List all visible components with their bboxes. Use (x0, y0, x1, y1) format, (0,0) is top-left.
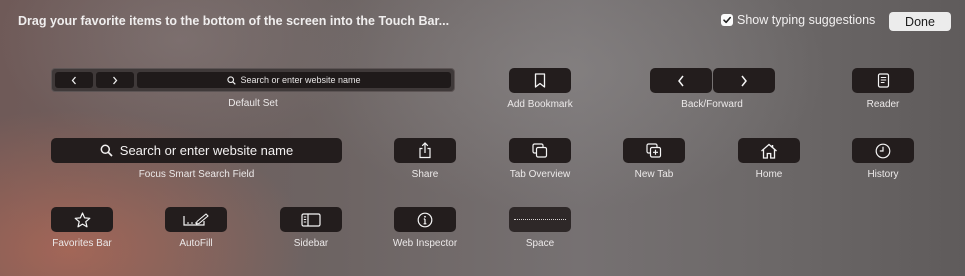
chevron-right-icon (113, 76, 118, 84)
touch-bar-instruction: Drag your favorite items to the bottom o… (18, 14, 450, 28)
reader-button[interactable] (852, 68, 914, 93)
checkbox-checked-icon[interactable] (721, 14, 733, 26)
sidebar-item[interactable]: Sidebar (280, 207, 342, 249)
show-typing-suggestions-checkbox[interactable]: Show typing suggestions (721, 13, 875, 27)
share-button[interactable] (394, 138, 456, 163)
share-label: Share (411, 169, 439, 180)
history-button[interactable] (852, 138, 914, 163)
back-button[interactable] (649, 68, 712, 93)
home-item[interactable]: Home (738, 138, 800, 180)
space-icon (514, 219, 566, 220)
back-forward-label: Back/Forward (681, 99, 743, 110)
autofill-item[interactable]: AutoFill (165, 207, 227, 249)
default-set-back-button (55, 72, 93, 88)
search-icon (100, 144, 113, 157)
share-icon (419, 142, 431, 159)
web-inspector-label: Web Inspector (392, 238, 458, 249)
new-tab-button[interactable] (623, 138, 685, 163)
space-label: Space (525, 238, 555, 249)
favorites-bar-button[interactable] (51, 207, 113, 232)
default-set-label: Default Set (228, 98, 278, 109)
back-forward-item[interactable]: Back/Forward (649, 68, 775, 110)
show-typing-suggestions-label: Show typing suggestions (737, 13, 876, 27)
home-icon (761, 143, 777, 159)
default-set-item[interactable]: Search or enter website name Default Set (51, 68, 455, 109)
history-label: History (867, 169, 899, 180)
reader-item[interactable]: Reader (852, 68, 914, 110)
star-icon (74, 211, 90, 227)
autofill-button[interactable] (165, 207, 227, 232)
web-inspector-button[interactable] (394, 207, 456, 232)
favorites-bar-item[interactable]: Favorites Bar (51, 207, 113, 249)
tab-overview-button[interactable] (509, 138, 571, 163)
bookmark-icon (534, 73, 546, 88)
home-button[interactable] (738, 138, 800, 163)
tab-overview-icon (532, 143, 548, 158)
web-inspector-item[interactable]: Web Inspector (392, 207, 458, 249)
new-tab-icon (646, 143, 662, 158)
chevron-left-icon (677, 75, 684, 86)
forward-button[interactable] (712, 68, 775, 93)
done-button[interactable]: Done (889, 12, 951, 31)
sidebar-button[interactable] (280, 207, 342, 232)
focus-search-label: Focus Smart Search Field (138, 169, 255, 180)
back-forward-segmented-control[interactable] (649, 68, 775, 93)
new-tab-item[interactable]: New Tab (623, 138, 685, 180)
focus-search-placeholder: Search or enter website name (119, 143, 294, 158)
default-set-forward-button (96, 72, 134, 88)
space-item[interactable]: Space (509, 207, 571, 249)
chevron-right-icon (740, 75, 747, 86)
chevron-left-icon (71, 76, 76, 84)
home-label: Home (755, 169, 783, 180)
new-tab-label: New Tab (634, 169, 674, 180)
tab-overview-item[interactable]: Tab Overview (509, 138, 571, 180)
focus-search-item[interactable]: Search or enter website name Focus Smart… (51, 138, 342, 180)
autofill-label: AutoFill (179, 238, 213, 249)
reader-icon (877, 73, 889, 88)
add-bookmark-label: Add Bookmark (507, 99, 573, 110)
reader-label: Reader (866, 99, 900, 110)
default-set-search-field: Search or enter website name (137, 72, 451, 88)
sidebar-icon (301, 212, 321, 227)
space-button[interactable] (509, 207, 571, 232)
search-icon (227, 75, 237, 85)
default-set-search-placeholder: Search or enter website name (240, 75, 361, 85)
favorites-bar-label: Favorites Bar (52, 238, 112, 249)
share-item[interactable]: Share (394, 138, 456, 180)
info-icon (417, 212, 433, 227)
autofill-icon (183, 212, 209, 226)
history-item[interactable]: History (852, 138, 914, 180)
sidebar-label: Sidebar (293, 238, 329, 249)
tab-overview-label: Tab Overview (509, 169, 571, 180)
add-bookmark-item[interactable]: Add Bookmark (507, 68, 573, 110)
clock-icon (875, 143, 891, 158)
default-set-strip[interactable]: Search or enter website name (51, 68, 455, 92)
add-bookmark-button[interactable] (509, 68, 571, 93)
focus-search-field[interactable]: Search or enter website name (51, 138, 342, 163)
